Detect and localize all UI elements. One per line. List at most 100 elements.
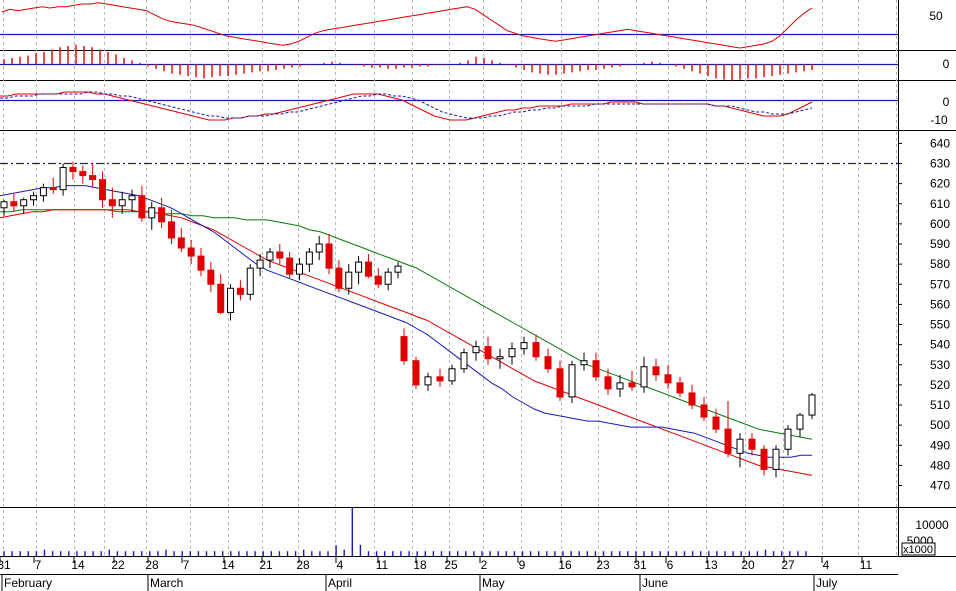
candle-body	[394, 265, 402, 273]
candle-body	[187, 247, 195, 257]
day-label: 14	[221, 558, 235, 572]
macd-tick-label: 0	[943, 95, 950, 109]
candle-body	[484, 346, 492, 360]
month-label: July	[816, 576, 837, 590]
candle-body	[784, 428, 792, 450]
rsi-line	[1, 2, 813, 49]
candle-body	[39, 187, 47, 197]
candle-body	[217, 283, 225, 313]
macd-tick-label: -10	[930, 113, 948, 127]
candle-body	[652, 366, 660, 376]
month-label: March	[150, 576, 183, 590]
day-label: 13	[704, 558, 718, 572]
candle-body	[108, 199, 116, 207]
day-label: 28	[296, 558, 310, 572]
candle-body	[364, 261, 372, 277]
day-label: 7	[183, 558, 190, 572]
candle-body	[325, 243, 333, 269]
candle-body	[10, 201, 18, 207]
candle-body	[496, 356, 504, 360]
candle-body	[236, 287, 244, 295]
candle-body	[556, 368, 564, 398]
candle-body	[748, 438, 756, 450]
candle-body	[305, 251, 313, 265]
day-label: 18	[413, 558, 427, 572]
candle-body	[374, 275, 382, 285]
candle-body	[167, 221, 175, 239]
candle-body	[266, 251, 274, 261]
candle-body	[296, 263, 303, 275]
candle-body	[20, 199, 28, 207]
candle-body	[796, 414, 804, 430]
candle-body	[436, 376, 444, 382]
price-tick-label: 610	[930, 197, 950, 211]
day-label: 4	[823, 558, 830, 572]
candle-body	[808, 394, 816, 416]
day-label: 20	[741, 558, 755, 572]
candle-body	[384, 271, 392, 285]
day-label: 27	[781, 558, 795, 572]
price-tick-label: 520	[930, 378, 950, 392]
chart-canvas: 5000-10640630620610600590580570560550540…	[0, 0, 956, 591]
candle-body	[472, 346, 480, 354]
price-tick-label: 620	[930, 177, 950, 191]
price-tick-label: 590	[930, 237, 950, 251]
day-label: 14	[71, 558, 85, 572]
candle-body	[508, 348, 516, 358]
price-tick-label: 540	[930, 338, 950, 352]
candle-body	[580, 360, 588, 366]
candle-body	[355, 261, 363, 273]
volume-tick-label: 10000	[915, 518, 949, 532]
day-label: 11	[860, 558, 873, 572]
candle-body	[712, 416, 720, 430]
day-label: 31	[0, 558, 11, 572]
stock-chart: 50 0 0 -10 640 630 620 610 600 590 580 570 560 550 540…	[0, 0, 956, 591]
candle-body	[736, 438, 744, 454]
price-tick-label: 570	[930, 277, 950, 291]
month-label: June	[642, 576, 668, 590]
candle-body	[177, 237, 185, 249]
rsi-tick-label: 50	[929, 9, 943, 23]
price-tick-label: 470	[930, 479, 950, 493]
candle-body	[59, 167, 67, 191]
candle-body	[520, 342, 528, 350]
day-label: 16	[558, 558, 572, 572]
day-label: 31	[633, 558, 647, 572]
day-label: 11	[376, 558, 389, 572]
candle-body	[197, 255, 205, 271]
candle-body	[700, 404, 708, 418]
candle-body	[412, 360, 420, 386]
price-tick-label: 480	[930, 458, 950, 472]
candle-body	[544, 356, 552, 370]
candle-body	[0, 201, 8, 209]
candle-body	[688, 392, 696, 406]
candle-body	[286, 257, 294, 275]
candle-body	[460, 352, 468, 370]
candle-body	[148, 207, 156, 219]
candle-body	[640, 366, 648, 388]
candle-body	[448, 368, 456, 382]
candle-body	[158, 207, 166, 223]
price-tick-label: 580	[930, 257, 950, 271]
macd-signal-line	[0, 91, 813, 119]
candle-body	[128, 195, 136, 201]
month-label: May	[482, 576, 505, 590]
candle-body	[276, 251, 284, 259]
candle-body	[30, 195, 38, 201]
day-label: 22	[111, 558, 125, 572]
price-tick-label: 600	[930, 217, 950, 231]
candle-body	[315, 243, 323, 253]
day-label: 28	[145, 558, 159, 572]
candle-body	[400, 336, 408, 362]
macd-line	[0, 91, 813, 121]
candle-body	[616, 382, 624, 390]
candle-body	[676, 382, 684, 394]
candle-body	[772, 448, 780, 470]
candle-body	[118, 199, 126, 207]
price-tick-label: 630	[930, 157, 950, 171]
day-label: 23	[596, 558, 610, 572]
price-tick-label: 490	[930, 438, 950, 452]
price-tick-label: 530	[930, 358, 950, 372]
price-tick-label: 560	[930, 297, 950, 311]
price-tick-label: 550	[930, 318, 950, 332]
